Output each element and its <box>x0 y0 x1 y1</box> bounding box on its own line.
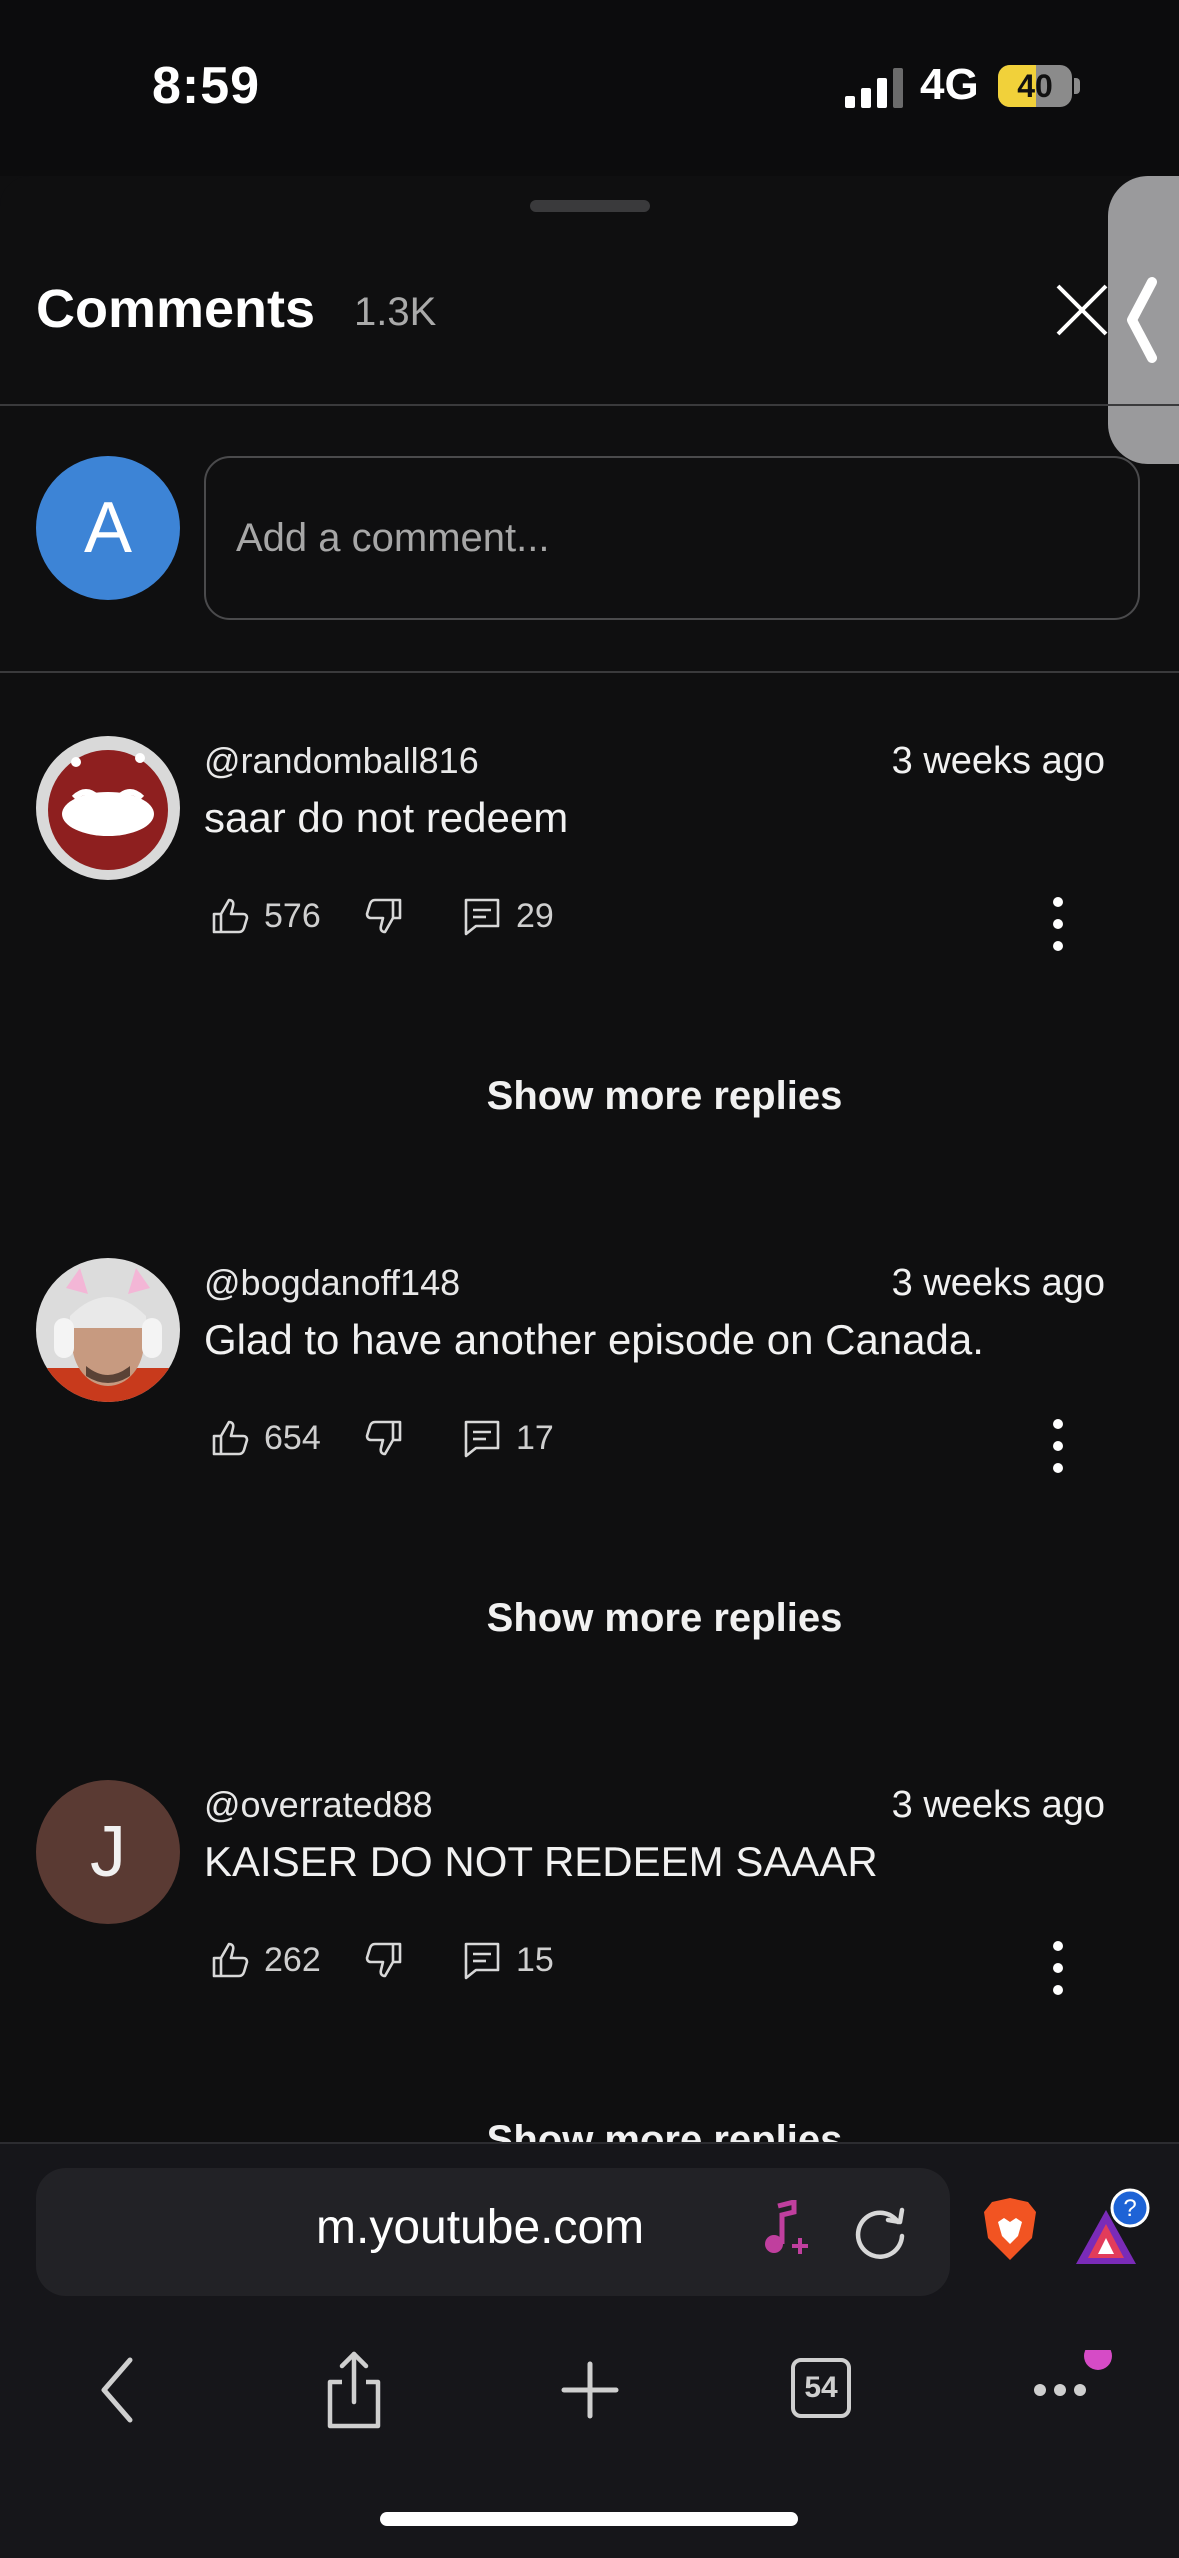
more-options-icon[interactable] <box>1040 1416 1076 1476</box>
show-more-replies-button[interactable]: Show more replies <box>0 1074 1179 1119</box>
comment-actions: 654 17 <box>204 1418 1104 1478</box>
reply-button[interactable]: 29 <box>462 896 554 936</box>
like-button[interactable]: 576 <box>210 896 321 936</box>
like-button[interactable]: 262 <box>210 1940 321 1980</box>
comment-text: Glad to have another episode on Canada. <box>204 1316 984 1363</box>
thumbs-down-icon <box>365 1420 402 1456</box>
comments-count: 1.3K <box>354 290 437 334</box>
share-icon[interactable] <box>324 2350 384 2430</box>
add-comment-field[interactable] <box>204 456 1140 620</box>
chevron-left-icon <box>1127 277 1157 363</box>
home-indicator[interactable] <box>380 2512 798 2526</box>
reply-button[interactable]: 17 <box>462 1418 554 1458</box>
svg-text:?: ? <box>1123 2195 1136 2222</box>
comment-author[interactable]: @overrated88 <box>204 1784 433 1826</box>
comment-thread: @bogdanoff148 3 weeks ago Glad to have a… <box>0 1258 1179 1778</box>
thumbs-up-icon <box>212 1942 249 1978</box>
comment-avatar-letter: J <box>90 1812 126 1892</box>
dislike-button[interactable] <box>364 1418 404 1458</box>
show-more-replies-label: Show more replies <box>486 1074 843 1118</box>
sheet-drag-handle[interactable] <box>530 200 650 212</box>
comment-thread: @randomball816 3 weeks ago saar do not r… <box>0 736 1179 1256</box>
comment-text: KAISER DO NOT REDEEM SAAAR <box>204 1838 878 1885</box>
reply-count: 15 <box>516 1940 554 1979</box>
tab-count: 54 <box>804 2371 838 2404</box>
dislike-button[interactable] <box>364 1940 404 1980</box>
rewards-triangle-icon[interactable]: ? <box>1070 2188 1170 2268</box>
show-more-replies-label: Show more replies <box>486 1596 843 1640</box>
music-add-icon[interactable] <box>758 2200 814 2260</box>
comment-avatar[interactable] <box>36 1258 180 1402</box>
like-button[interactable]: 654 <box>210 1418 321 1458</box>
comments-title: Comments <box>36 279 316 339</box>
reply-count: 17 <box>516 1418 554 1457</box>
thumbs-up-icon <box>212 898 249 934</box>
like-count: 576 <box>264 896 321 935</box>
comment-avatar[interactable]: J <box>36 1780 180 1924</box>
user-avatar[interactable]: A <box>36 456 180 600</box>
cellular-signal-icon <box>845 68 903 108</box>
brave-shield-icon[interactable] <box>980 2196 1040 2262</box>
close-icon[interactable] <box>1050 278 1114 342</box>
add-comment-input[interactable] <box>206 458 1138 618</box>
battery-icon: 40 <box>998 65 1080 109</box>
thumbs-down-icon <box>365 898 402 934</box>
side-panel-tab[interactable] <box>1108 176 1179 464</box>
more-menu-icon[interactable] <box>1030 2350 1130 2430</box>
reply-button[interactable]: 15 <box>462 1940 554 1980</box>
reply-icon <box>464 898 500 936</box>
reply-count: 29 <box>516 896 554 935</box>
network-type: 4G <box>920 60 979 109</box>
thumbs-up-icon <box>212 1420 249 1456</box>
battery-level: 40 <box>1017 68 1053 104</box>
comment-text: saar do not redeem <box>204 794 569 841</box>
like-count: 654 <box>264 1418 321 1457</box>
reply-icon <box>464 1942 500 1980</box>
dislike-button[interactable] <box>364 896 404 936</box>
status-time: 8:59 <box>152 57 261 115</box>
show-more-replies-button[interactable]: Show more replies <box>0 1596 1179 1641</box>
tab-switcher-button[interactable]: 54 <box>791 2358 851 2418</box>
url-text[interactable]: m.youtube.com <box>316 2200 644 2255</box>
comment-author[interactable]: @randomball816 <box>204 740 479 782</box>
reply-icon <box>464 1420 500 1458</box>
back-icon[interactable] <box>94 2350 142 2430</box>
composer-divider <box>0 671 1179 673</box>
thumbs-down-icon <box>365 1942 402 1978</box>
comment-time: 3 weeks ago <box>891 740 1105 782</box>
new-tab-icon[interactable] <box>560 2350 620 2430</box>
comment-actions: 262 15 <box>204 1940 1104 2000</box>
more-options-icon[interactable] <box>1040 894 1076 954</box>
more-options-icon[interactable] <box>1040 1938 1076 1998</box>
header-divider <box>0 404 1179 406</box>
comment-avatar[interactable] <box>36 736 180 880</box>
reload-icon[interactable] <box>850 2200 910 2260</box>
comment-time: 3 weeks ago <box>891 1262 1105 1304</box>
comment-actions: 576 29 <box>204 896 1104 956</box>
like-count: 262 <box>264 1940 321 1979</box>
comment-time: 3 weeks ago <box>891 1784 1105 1826</box>
comment-author[interactable]: @bogdanoff148 <box>204 1262 460 1304</box>
